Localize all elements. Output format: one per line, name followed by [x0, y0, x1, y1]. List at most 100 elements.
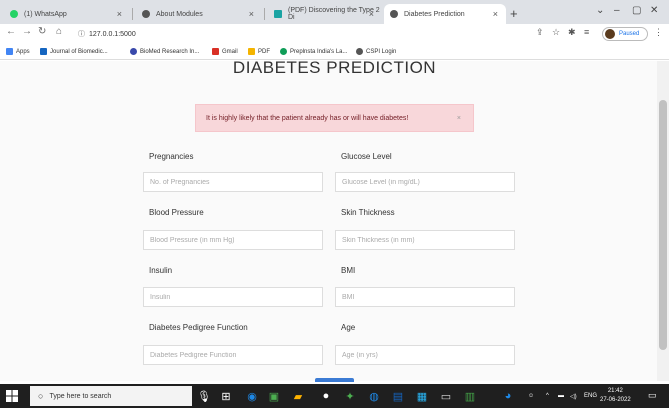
- globe-icon: [142, 10, 150, 18]
- app-icon[interactable]: ▦: [414, 388, 430, 404]
- globe-icon: [356, 48, 363, 55]
- clock[interactable]: 21:42 27-06-2022: [600, 387, 631, 405]
- globe-icon: [390, 10, 398, 18]
- excel-icon[interactable]: ▥: [462, 388, 478, 404]
- profile-paused-button[interactable]: Paused: [602, 27, 648, 41]
- menu-icon[interactable]: ⋮: [654, 27, 663, 38]
- researchgate-icon: [274, 10, 282, 18]
- tab-title: About Modules: [156, 10, 203, 18]
- glucose-input[interactable]: [335, 172, 515, 192]
- insulin-label: Insulin: [149, 266, 173, 275]
- scrollbar-thumb[interactable]: [659, 100, 667, 350]
- paused-label: Paused: [619, 31, 640, 37]
- tab-diabetes-prediction[interactable]: Diabetes Prediction ×: [384, 4, 506, 24]
- star-icon[interactable]: ☆: [552, 27, 560, 38]
- bookmark-gmail[interactable]: Gmail: [212, 48, 238, 55]
- bookmark-pdf[interactable]: PDF: [248, 48, 270, 55]
- bookmark-label: CSPI Login: [366, 48, 397, 55]
- close-icon[interactable]: ×: [369, 9, 374, 19]
- bookmark-icon: [40, 48, 47, 55]
- task-view-icon[interactable]: ⊞: [218, 388, 234, 404]
- media-icon[interactable]: ≡: [584, 27, 589, 37]
- maximize-icon[interactable]: ▢: [632, 5, 641, 16]
- tab-title: (1) WhatsApp: [24, 10, 67, 18]
- pregnancies-input[interactable]: [143, 172, 323, 192]
- close-icon[interactable]: ×: [249, 9, 254, 19]
- minimize-icon[interactable]: –: [614, 5, 620, 16]
- whatsapp-icon: [10, 10, 18, 18]
- bookmark-journal[interactable]: Journal of Biomedic...: [40, 48, 108, 55]
- chevron-up-icon[interactable]: ^: [546, 393, 549, 399]
- chrome-icon[interactable]: ◍: [366, 388, 382, 404]
- prediction-alert: It is highly likely that the patient alr…: [195, 104, 474, 132]
- pregnancies-label: Pregnancies: [149, 152, 194, 161]
- bookmark-prepinsta[interactable]: Preplnsta India's La...: [280, 48, 348, 55]
- network-icon[interactable]: ▬: [558, 393, 564, 399]
- tab-separator: [264, 8, 265, 20]
- close-icon[interactable]: ×: [117, 9, 122, 19]
- share-icon[interactable]: ⇪: [536, 27, 544, 38]
- dpf-label: Diabetes Pedigree Function: [149, 323, 248, 332]
- clock-time: 21:42: [607, 388, 623, 394]
- bookmark-label: Journal of Biomedic...: [50, 48, 108, 55]
- reload-icon[interactable]: ↻: [38, 26, 46, 37]
- bookmark-apps[interactable]: Apps: [6, 48, 30, 55]
- alert-text: It is highly likely that the patient alr…: [206, 114, 409, 122]
- age-input[interactable]: [335, 345, 515, 365]
- edge-icon[interactable]: ◉: [244, 388, 260, 404]
- clock-date: 27-06-2022: [600, 397, 631, 403]
- new-tab-button[interactable]: +: [510, 6, 518, 21]
- back-icon[interactable]: ←: [6, 26, 16, 37]
- bookmark-icon: [130, 48, 137, 55]
- gmail-icon: [212, 48, 219, 55]
- app-icon[interactable]: ◕: [500, 388, 516, 404]
- volume-icon[interactable]: ◁): [570, 393, 577, 400]
- microphone-icon[interactable]: 🎙: [196, 388, 212, 404]
- bookmark-icon: [280, 48, 287, 55]
- age-label: Age: [341, 323, 356, 332]
- tab-whatsapp[interactable]: (1) WhatsApp ×: [4, 4, 130, 24]
- bookmark-label: Apps: [16, 48, 30, 55]
- url-field[interactable]: ⓘ 127.0.0.1:5000: [78, 29, 136, 39]
- bookmark-label: Preplnsta India's La...: [290, 48, 348, 55]
- tab-researchgate[interactable]: (PDF) Discovering the Type 2 Di ×: [268, 4, 382, 24]
- avatar: [605, 29, 615, 39]
- tab-about-modules[interactable]: About Modules ×: [136, 4, 262, 24]
- search-icon: ○: [38, 391, 44, 401]
- glucose-label: Glucose Level: [341, 152, 392, 161]
- blood-pressure-input[interactable]: [143, 230, 323, 250]
- forward-icon[interactable]: →: [22, 26, 32, 37]
- app-icon[interactable]: ✦: [342, 388, 358, 404]
- app-icon[interactable]: ▭: [438, 388, 454, 404]
- people-icon[interactable]: ☺: [528, 393, 534, 399]
- bookmark-label: BioMed Research In...: [140, 48, 200, 55]
- skin-thickness-label: Skin Thickness: [341, 208, 395, 217]
- app-icon[interactable]: ●: [318, 388, 334, 404]
- extension-icon[interactable]: ✱: [568, 27, 576, 38]
- window-close-icon[interactable]: ✕: [650, 5, 658, 16]
- bookmark-cspi[interactable]: CSPI Login: [356, 48, 396, 55]
- url-text: 127.0.0.1:5000: [89, 31, 136, 38]
- blood-pressure-label: Blood Pressure: [149, 208, 204, 217]
- bookmark-label: Gmail: [222, 48, 238, 55]
- insulin-input[interactable]: [143, 287, 323, 307]
- info-icon: ⓘ: [78, 31, 85, 38]
- predict-button[interactable]: [315, 378, 354, 382]
- word-icon[interactable]: ▤: [390, 388, 406, 404]
- close-icon[interactable]: ×: [493, 9, 498, 19]
- home-icon[interactable]: ⌂: [56, 26, 62, 37]
- windows-start-icon[interactable]: [6, 390, 18, 402]
- dpf-input[interactable]: [143, 345, 323, 365]
- file-explorer-icon[interactable]: ▰: [290, 388, 306, 404]
- skin-thickness-input[interactable]: [335, 230, 515, 250]
- bookmark-biomed[interactable]: BioMed Research In...: [130, 48, 199, 55]
- bmi-input[interactable]: [335, 287, 515, 307]
- folder-icon: [248, 48, 255, 55]
- tab-search-icon[interactable]: ⌄: [596, 5, 604, 16]
- alert-close-button[interactable]: ×: [457, 115, 461, 122]
- notification-icon[interactable]: ▭: [648, 390, 657, 401]
- taskbar-search[interactable]: ○ Type here to search: [30, 386, 192, 406]
- store-icon[interactable]: ▣: [266, 388, 282, 404]
- language-indicator[interactable]: ENG: [584, 393, 597, 399]
- tab-title: Diabetes Prediction: [404, 10, 465, 18]
